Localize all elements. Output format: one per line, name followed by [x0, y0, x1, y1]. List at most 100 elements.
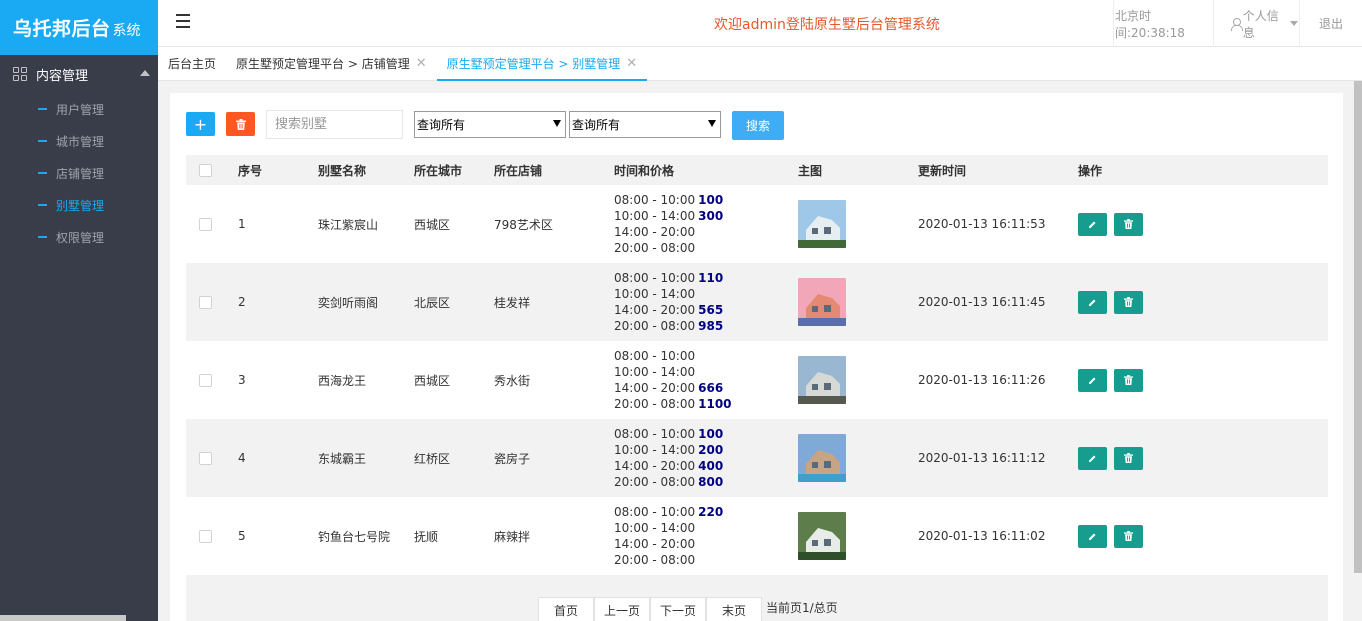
time-slot: 08:00 - 10:00 100	[614, 426, 798, 442]
delete-button[interactable]	[1114, 212, 1143, 236]
row-checkbox[interactable]	[199, 296, 212, 309]
villa-thumbnail[interactable]	[798, 200, 846, 248]
slot-time: 20:00 - 08:00	[614, 397, 696, 411]
cell-actions	[1078, 497, 1328, 575]
row-checkbox[interactable]	[199, 218, 212, 231]
edit-button[interactable]	[1078, 212, 1107, 236]
time-slot: 08:00 - 10:00 110	[614, 270, 798, 286]
slot-time: 08:00 - 10:00	[614, 193, 696, 207]
delete-button[interactable]	[1114, 446, 1143, 470]
user-icon	[1230, 17, 1243, 31]
col-header: 时间和价格	[614, 155, 798, 185]
cell-id: 5	[238, 497, 318, 575]
time-slot: 10:00 - 14:00	[614, 364, 798, 380]
sidebar-item[interactable]: 权限管理	[0, 221, 158, 253]
cell-actions	[1078, 341, 1328, 419]
slot-price: 110	[698, 271, 724, 285]
page-info: 当前页1/总页	[766, 600, 838, 615]
row-checkbox[interactable]	[199, 530, 212, 543]
brand-main: 乌托邦后台	[13, 18, 111, 40]
hamburger-icon[interactable]	[176, 14, 190, 28]
villa-thumbnail[interactable]	[798, 434, 846, 482]
col-header: 所在城市	[414, 155, 494, 185]
last-page-button[interactable]: 末页	[706, 597, 762, 621]
slot-time: 14:00 - 20:00	[614, 537, 696, 551]
slot-price: 100	[698, 427, 724, 441]
city-filter-value: 查询所有	[417, 118, 466, 132]
add-button[interactable]: +	[186, 112, 215, 136]
close-icon[interactable]: ✕	[626, 56, 637, 71]
delete-button[interactable]	[1114, 368, 1143, 392]
villa-thumbnail[interactable]	[798, 512, 846, 560]
close-icon[interactable]: ✕	[416, 56, 427, 71]
cell-updated: 2020-01-13 16:11:12	[918, 419, 1078, 497]
row-checkbox[interactable]	[199, 374, 212, 387]
cell-city: 红桥区	[414, 419, 494, 497]
batch-delete-button[interactable]	[226, 112, 255, 136]
col-header: 序号	[238, 155, 318, 185]
sidebar-group-label: 内容管理	[36, 68, 89, 84]
cell-image	[798, 419, 918, 497]
trash-icon	[1124, 219, 1133, 229]
page-scrollbar[interactable]	[1354, 81, 1362, 573]
villa-thumbnail[interactable]	[798, 356, 846, 404]
search-button[interactable]: 搜索	[732, 111, 784, 140]
slot-price: 200	[698, 443, 724, 457]
main-panel: + 查询所有 查询所有 搜索 序号 别墅名称 所在城市 所在店铺 时间和价格	[170, 93, 1343, 621]
pencil-icon	[1089, 299, 1096, 306]
search-input[interactable]	[266, 110, 403, 139]
cell-updated: 2020-01-13 16:11:02	[918, 497, 1078, 575]
sidebar-scrollbar[interactable]	[0, 615, 126, 621]
sidebar-item-label: 用户管理	[56, 102, 105, 117]
col-header: 别墅名称	[318, 155, 414, 185]
edit-button[interactable]	[1078, 524, 1107, 548]
cell-image	[798, 341, 918, 419]
sidebar-item[interactable]: 城市管理	[0, 125, 158, 157]
cell-time-price: 08:00 - 10:00 100 10:00 - 14:00 200 14:00 - …	[614, 419, 798, 497]
time-slot: 14:00 - 20:00	[614, 224, 798, 240]
slot-time: 20:00 - 08:00	[614, 553, 696, 567]
cell-shop: 秀水街	[494, 341, 614, 419]
sidebar-group-content[interactable]: 内容管理	[0, 55, 158, 93]
clock-display: 北京时间:20:38:18	[1113, 0, 1213, 47]
edit-button[interactable]	[1078, 290, 1107, 314]
time-slot: 10:00 - 14:00 200	[614, 442, 798, 458]
prev-page-button[interactable]: 上一页	[594, 597, 650, 621]
logout-link[interactable]: 退出	[1299, 0, 1362, 47]
tab-label: 原生墅预定管理平台 > 店铺管理	[236, 57, 410, 71]
trash-icon	[1124, 297, 1133, 307]
tab[interactable]: 原生墅预定管理平台 > 别墅管理 ✕	[436, 47, 648, 81]
top-header: 欢迎admin登陆原生墅后台管理系统 北京时间:20:38:18 个人信息 退出	[158, 0, 1362, 47]
sidebar-item[interactable]: 别墅管理	[0, 189, 158, 221]
tab[interactable]: 原生墅预定管理平台 > 店铺管理 ✕	[226, 47, 437, 80]
city-filter-select[interactable]: 查询所有	[414, 111, 566, 138]
sidebar-item[interactable]: 用户管理	[0, 93, 158, 125]
next-page-button[interactable]: 下一页	[650, 597, 706, 621]
tab[interactable]: 后台主页	[158, 47, 226, 80]
welcome-text: 欢迎admin登陆原生墅后台管理系统	[714, 17, 940, 33]
user-menu[interactable]: 个人信息	[1213, 0, 1299, 47]
delete-button[interactable]	[1114, 524, 1143, 548]
time-slot: 14:00 - 20:00 666	[614, 380, 798, 396]
cell-name: 西海龙王	[318, 341, 414, 419]
time-slot: 08:00 - 10:00	[614, 348, 798, 364]
brand-sub: 系统	[112, 22, 141, 39]
time-slot: 20:00 - 08:00 800	[614, 474, 798, 490]
edit-button[interactable]	[1078, 446, 1107, 470]
row-checkbox[interactable]	[199, 452, 212, 465]
shop-filter-select[interactable]: 查询所有	[569, 111, 721, 138]
time-slot: 20:00 - 08:00	[614, 240, 798, 256]
sidebar-item[interactable]: 店铺管理	[0, 157, 158, 189]
first-page-button[interactable]: 首页	[538, 597, 594, 621]
table-row: 5 钓鱼台七号院 抚顺 麻辣拌 08:00 - 10:00 220 10:00 - 14:0…	[186, 497, 1328, 575]
edit-button[interactable]	[1078, 368, 1107, 392]
cell-updated: 2020-01-13 16:11:45	[918, 263, 1078, 341]
slot-time: 20:00 - 08:00	[614, 319, 696, 333]
delete-button[interactable]	[1114, 290, 1143, 314]
pencil-icon	[1089, 221, 1096, 228]
cell-id: 2	[238, 263, 318, 341]
dash-icon	[38, 204, 47, 206]
time-slot: 14:00 - 20:00 400	[614, 458, 798, 474]
select-all-checkbox[interactable]	[199, 164, 212, 177]
villa-thumbnail[interactable]	[798, 278, 846, 326]
